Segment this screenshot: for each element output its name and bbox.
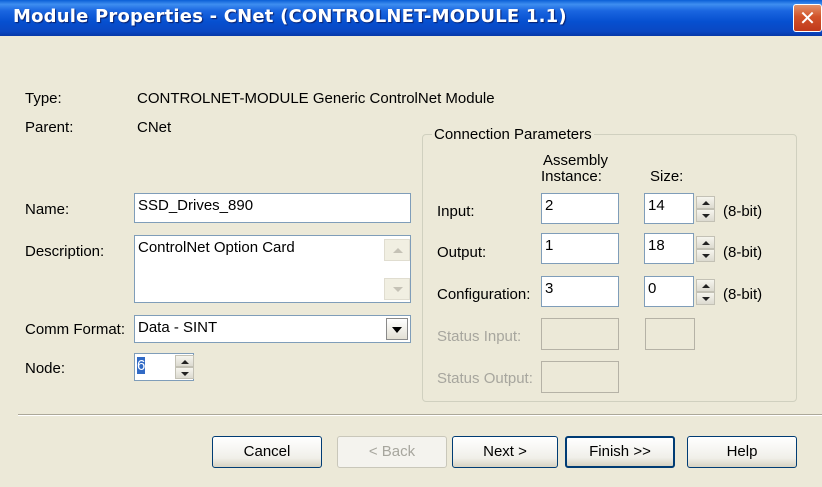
configuration-size-spinner[interactable]: [696, 279, 715, 305]
spin-down-icon: [702, 297, 710, 301]
scroll-down-button[interactable]: [384, 278, 410, 300]
node-spin-up[interactable]: [175, 355, 194, 367]
input-spin-up[interactable]: [696, 196, 715, 209]
spin-down-icon: [702, 214, 710, 218]
configuration-spin-up[interactable]: [696, 279, 715, 292]
name-field[interactable]: SSD_Drives_890: [134, 193, 411, 223]
spin-down-icon: [702, 254, 710, 258]
input-label: Input:: [437, 203, 475, 220]
input-size-spinner[interactable]: [696, 196, 715, 222]
close-button[interactable]: ✕: [793, 4, 822, 32]
input-unit: (8-bit): [723, 203, 763, 220]
close-icon: ✕: [799, 6, 816, 30]
configuration-spin-down[interactable]: [696, 292, 715, 305]
node-spin-down[interactable]: [175, 367, 194, 379]
output-unit: (8-bit): [723, 244, 763, 261]
configuration-unit: (8-bit): [723, 286, 763, 303]
output-instance-field[interactable]: 1: [541, 233, 619, 264]
spin-down-icon: [181, 372, 189, 376]
parent-label: Parent:: [25, 119, 74, 136]
next-button[interactable]: Next >: [452, 436, 558, 468]
cancel-button[interactable]: Cancel: [212, 436, 322, 468]
description-scrollbar[interactable]: [384, 239, 410, 300]
assembly-header: Assembly: [543, 152, 609, 169]
finish-button[interactable]: Finish >>: [565, 436, 675, 468]
size-header: Size:: [650, 168, 684, 185]
scroll-up-icon: [393, 248, 403, 253]
output-spin-down[interactable]: [696, 249, 715, 262]
output-label: Output:: [437, 244, 487, 261]
name-label: Name:: [25, 201, 70, 218]
output-size-spinner[interactable]: [696, 236, 715, 262]
comm-format-dropdown-button[interactable]: [386, 318, 408, 340]
spin-up-icon: [702, 201, 710, 205]
description-text: ControlNet Option Card: [138, 239, 295, 256]
status-input-label: Status Input:: [437, 328, 522, 345]
description-label: Description:: [25, 243, 105, 260]
instance-header: Instance:: [541, 168, 602, 185]
output-size-field[interactable]: 18: [644, 233, 694, 264]
scroll-up-button[interactable]: [384, 239, 410, 261]
input-size-field[interactable]: 14: [644, 193, 694, 224]
spin-up-icon: [702, 284, 710, 288]
input-instance-field[interactable]: 2: [541, 193, 619, 224]
node-value: 6: [137, 357, 146, 374]
status-output-instance-field: [541, 361, 619, 393]
window-title: Module Properties - CNet (CONTROLNET-MOD…: [13, 6, 567, 27]
status-input-size-field: [645, 318, 695, 350]
comm-format-label: Comm Format:: [25, 321, 126, 338]
output-spin-up[interactable]: [696, 236, 715, 249]
help-button[interactable]: Help: [687, 436, 797, 468]
back-button: < Back: [337, 436, 447, 468]
comm-format-select[interactable]: Data - SINT: [134, 315, 411, 343]
module-properties-dialog: Module Properties - CNet (CONTROLNET-MOD…: [0, 0, 822, 487]
title-bar[interactable]: Module Properties - CNet (CONTROLNET-MOD…: [0, 0, 822, 36]
configuration-instance-field[interactable]: 3: [541, 276, 619, 307]
type-label: Type:: [25, 90, 62, 107]
parent-value: CNet: [137, 119, 172, 136]
separator-highlight: [18, 415, 822, 416]
node-label: Node:: [25, 360, 66, 377]
chevron-down-icon: [392, 327, 402, 333]
configuration-size-field[interactable]: 0: [644, 276, 694, 307]
comm-format-value: Data - SINT: [138, 319, 218, 336]
node-spinner[interactable]: [175, 355, 194, 379]
spin-up-icon: [181, 360, 189, 364]
status-input-instance-field: [541, 318, 619, 350]
scroll-down-icon: [393, 287, 403, 292]
type-value: CONTROLNET-MODULE Generic ControlNet Mod…: [137, 90, 495, 107]
connection-parameters-title: Connection Parameters: [432, 126, 594, 143]
spin-up-icon: [702, 241, 710, 245]
description-field[interactable]: ControlNet Option Card: [134, 235, 411, 303]
configuration-label: Configuration:: [437, 286, 531, 303]
input-spin-down[interactable]: [696, 209, 715, 222]
status-output-label: Status Output:: [437, 370, 533, 387]
